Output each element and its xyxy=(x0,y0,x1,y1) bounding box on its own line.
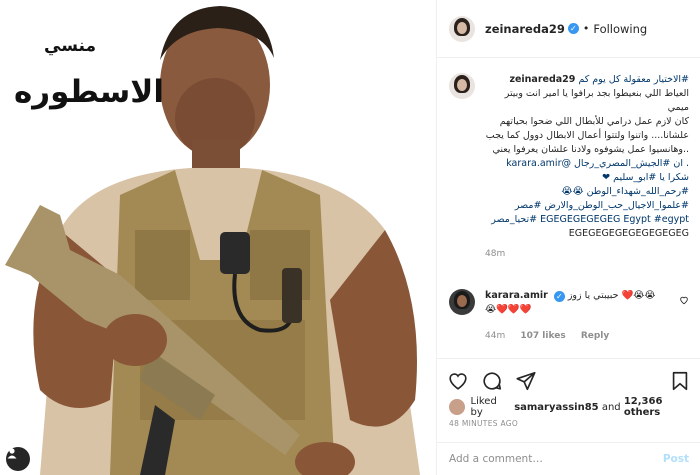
verified-icon: ✓ xyxy=(553,291,565,302)
caption-line[interactable]: شكرا يا #ابو_سليم ❤ xyxy=(485,171,689,185)
header-username[interactable]: zeinareda29 xyxy=(485,22,565,36)
caption-line: ..وهانسيوا عمل يشوفوه ولادنا علشان يعرفو… xyxy=(492,144,690,155)
comments-area: #الاختيار معقولة كل يوم كم zeinareda29 ا… xyxy=(437,59,700,350)
heart-icon[interactable] xyxy=(447,370,469,392)
following-button[interactable]: Following xyxy=(593,22,647,36)
comment-icon[interactable] xyxy=(481,370,503,392)
comment-text: karara.amir ✓ حبيبتي يا زوز ❤️😭😭 😭❤️❤️❤️ xyxy=(485,289,665,317)
avatar[interactable] xyxy=(449,289,475,315)
caption-line[interactable]: . ان #الجيش_المصري_رجال xyxy=(574,158,689,169)
poster-artwork xyxy=(5,6,420,475)
comment-username[interactable]: karara.amir xyxy=(485,290,548,301)
add-comment-bar: Add a comment… Post xyxy=(437,442,700,475)
share-icon[interactable] xyxy=(515,370,537,392)
comment-input[interactable]: Add a comment… xyxy=(449,453,543,465)
mention-link[interactable]: @karara.amir xyxy=(506,158,571,169)
comment-time[interactable]: 44m xyxy=(485,331,505,341)
likes-and: and xyxy=(601,401,621,413)
caption-text: #الاختيار معقولة كل يوم كم zeinareda29 ا… xyxy=(485,73,689,241)
bookmark-icon[interactable] xyxy=(669,370,691,392)
post-side-panel: zeinareda29 ✓ • Following #الاختيار معقو… xyxy=(436,0,700,475)
likes-others[interactable]: 12,366 others xyxy=(624,396,700,418)
caption-line[interactable]: #رحم_الله_شهداء_الوطن 😭😭 xyxy=(485,185,689,199)
verified-icon: ✓ xyxy=(567,23,579,34)
poster-title: الاسطوره xyxy=(14,74,164,110)
comment-meta: 44m 107 likes Reply xyxy=(485,331,621,341)
likes-prefix: Liked by xyxy=(470,396,497,418)
comment-body-emoji: 😭❤️❤️❤️ xyxy=(485,304,532,315)
comment-body: حبيبتي يا زوز ❤️😭😭 xyxy=(567,290,656,301)
caption-line: كان لازم عمل درامي للأبطال اللي ضحوا بحي… xyxy=(485,116,689,141)
avatar[interactable] xyxy=(449,399,465,415)
caption-line[interactable]: #علموا_الاجيال_حب_الوطن_والارض #مصر xyxy=(485,199,689,213)
avatar[interactable] xyxy=(449,15,475,42)
poster-subtitle: منسي xyxy=(44,36,96,56)
caption-line: #الاختيار معقولة كل يوم كم xyxy=(578,74,689,85)
comment-row: karara.amir ✓ حبيبتي يا زوز ❤️😭😭 😭❤️❤️❤️ xyxy=(449,289,689,317)
likes-user[interactable]: samaryassin85 xyxy=(514,402,598,413)
avatar[interactable] xyxy=(449,73,475,99)
user-tag-icon[interactable] xyxy=(6,447,30,471)
header-separator: • xyxy=(582,22,590,35)
caption-username[interactable]: zeinareda29 xyxy=(509,74,575,85)
post-button[interactable]: Post xyxy=(663,453,689,465)
caption-time[interactable]: 48m xyxy=(485,249,689,259)
comment-heart-icon[interactable] xyxy=(679,295,689,305)
caption-line: العياط اللي بنعيطوا بجد برافوا يا امير ا… xyxy=(504,88,689,113)
caption-line: EGEGEGEGEGEGEGEGEG xyxy=(568,228,689,239)
reply-button[interactable]: Reply xyxy=(581,331,609,341)
caption-line[interactable]: EGEGEGEGEGEG Egypt #egypt #تحيا_مصر xyxy=(485,213,689,227)
post-timestamp[interactable]: 48 MINUTES AGO xyxy=(449,419,518,428)
post-image[interactable]: منسي الاسطوره xyxy=(0,0,436,475)
post-header: zeinareda29 ✓ • Following xyxy=(437,0,700,58)
comment-likes[interactable]: 107 likes xyxy=(520,331,565,341)
likes-summary: Liked by samaryassin85 and 12,366 others xyxy=(449,396,700,418)
caption: #الاختيار معقولة كل يوم كم zeinareda29 ا… xyxy=(449,73,689,241)
action-bar xyxy=(437,358,700,394)
